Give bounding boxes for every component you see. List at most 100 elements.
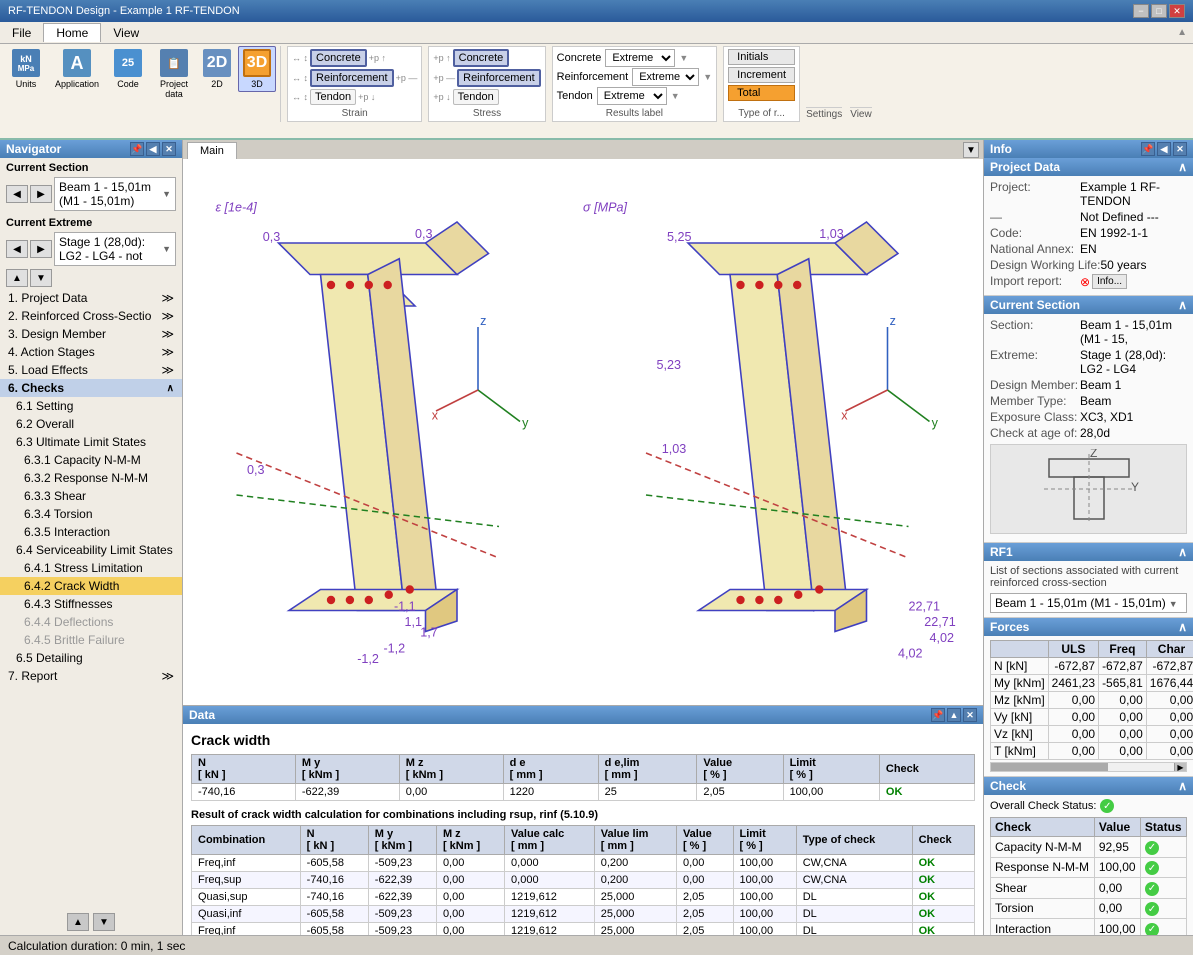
ribbon-collapse[interactable]: ▲ xyxy=(1177,27,1193,38)
nav-item-interaction[interactable]: 6.3.5 Interaction xyxy=(0,523,182,541)
nav-item-brittle-failure[interactable]: 6.4.5 Brittle Failure xyxy=(0,631,182,649)
2d-button[interactable]: 2D 2D xyxy=(198,46,236,92)
nav-item-detailing[interactable]: 6.5 Detailing xyxy=(0,649,182,667)
current-section-dropdown[interactable]: Beam 1 - 15,01m (M1 - 15,01m) ▼ xyxy=(54,177,176,211)
svg-text:Y: Y xyxy=(1131,480,1139,494)
table-row: Quasi,sup-740,16-622,390,001219,61225,00… xyxy=(192,889,975,906)
units-button[interactable]: kN MPa Units xyxy=(4,46,48,92)
forces-header[interactable]: Forces ∧ xyxy=(984,618,1193,636)
project-data-icon: 📋 xyxy=(160,49,188,77)
data-close-icon[interactable]: ✕ xyxy=(963,708,977,722)
col-value: Value[ % ] xyxy=(697,755,783,784)
menu-view[interactable]: View xyxy=(101,24,151,42)
overall-status-icon: ✓ xyxy=(1100,799,1114,813)
type-label: Type of r... xyxy=(724,108,799,119)
results-reinforcement-label: Reinforcement xyxy=(557,71,629,83)
total-button[interactable]: Total xyxy=(728,85,795,101)
nav-item-overall[interactable]: 6.2 Overall xyxy=(0,415,182,433)
forces-scroll-right[interactable]: ▶ xyxy=(1174,763,1186,771)
nav-item-capacity-nmm[interactable]: 6.3.1 Capacity N-M-M xyxy=(0,451,182,469)
rf1-beam-dropdown[interactable]: Beam 1 - 15,01m (M1 - 15,01m) ▼ xyxy=(990,593,1187,613)
extreme-down-btn[interactable]: ▼ xyxy=(30,269,52,287)
data-pin-icon[interactable]: 📌 xyxy=(931,708,945,722)
check-header[interactable]: Check ∧ xyxy=(984,777,1193,795)
project-data-button[interactable]: 📋 Projectdata xyxy=(152,46,196,102)
nav-up-btn[interactable]: ▲ xyxy=(67,913,89,931)
strain-concrete-btn[interactable]: Concrete xyxy=(310,49,367,67)
extreme-up-btn[interactable]: ▲ xyxy=(6,269,28,287)
info-arrow-icon[interactable]: ◀ xyxy=(1157,142,1171,156)
forces-scrollbar[interactable]: ▶ xyxy=(990,762,1187,772)
cross-section-image: Y Z xyxy=(990,444,1187,534)
table-row: Capacity N-M-M92,95 ✓ xyxy=(991,837,1187,858)
nav-item-torsion[interactable]: 6.3.4 Torsion xyxy=(0,505,182,523)
results-tendon-dropdown[interactable]: Extreme xyxy=(597,87,667,105)
nav-item-response-nmm[interactable]: 6.3.2 Response N-M-M xyxy=(0,469,182,487)
extreme-prev-btn[interactable]: ◀ xyxy=(6,240,28,258)
info-import-report: Import report: ⊗ Info... xyxy=(990,274,1187,289)
info-close-icon[interactable]: ✕ xyxy=(1173,142,1187,156)
nav-pin-icon[interactable]: 📌 xyxy=(130,142,144,156)
menu-file[interactable]: File xyxy=(0,24,43,42)
nav-item-stress-lim[interactable]: 6.4.1 Stress Limitation xyxy=(0,559,182,577)
maximize-button[interactable]: □ xyxy=(1151,4,1167,18)
info-project: Project: Example 1 RF-TENDON xyxy=(990,180,1187,208)
section-next-btn[interactable]: ▶ xyxy=(30,185,52,203)
nav-item-report[interactable]: 7. Report≫ xyxy=(0,667,182,685)
strain-reinforcement-btn[interactable]: Reinforcement xyxy=(310,69,394,87)
main-layout: Navigator 📌 ◀ ✕ Current Section ◀ ▶ Beam… xyxy=(0,140,1193,935)
check-section: Check ∧ Overall Check Status: ✓ Check Va… xyxy=(984,777,1193,935)
strain-tendon-btn[interactable]: Tendon xyxy=(310,89,356,105)
nav-item-checks-header[interactable]: 6. Checks∧ xyxy=(0,379,182,397)
col-value2: Value[ % ] xyxy=(676,826,733,855)
nav-item-load-effects[interactable]: 5. Load Effects≫ xyxy=(0,361,182,379)
3d-button[interactable]: 3D 3D xyxy=(238,46,276,92)
nav-arrow-icon[interactable]: ◀ xyxy=(146,142,160,156)
nav-item-stiffnesses[interactable]: 6.4.3 Stiffnesses xyxy=(0,595,182,613)
increment-button[interactable]: Increment xyxy=(728,67,795,83)
application-button[interactable]: A Application xyxy=(50,46,104,92)
table-row: Response N-M-M100,00 ✓ xyxy=(991,857,1187,878)
results-concrete-dropdown[interactable]: Extreme xyxy=(605,49,675,67)
nav-item-design-member[interactable]: 3. Design Member≫ xyxy=(0,325,182,343)
nav-close-icon[interactable]: ✕ xyxy=(162,142,176,156)
nav-item-reinforced-section[interactable]: 2. Reinforced Cross-Sectio≫ xyxy=(0,307,182,325)
nav-item-crack-width[interactable]: 6.4.2 Crack Width xyxy=(0,577,182,595)
data-panel: Data 📌 ▲ ✕ Crack width N[ kN ] M y[ kNm … xyxy=(183,705,983,935)
nav-item-sls[interactable]: 6.4 Serviceability Limit States xyxy=(0,541,182,559)
nav-item-project-data[interactable]: 1. Project Data≫ xyxy=(0,289,182,307)
stress-concrete-btn[interactable]: Concrete xyxy=(453,49,510,67)
nav-item-setting[interactable]: 6.1 Setting xyxy=(0,397,182,415)
extreme-next-btn[interactable]: ▶ xyxy=(30,240,52,258)
nav-down-btn[interactable]: ▼ xyxy=(93,913,115,931)
menu-home[interactable]: Home xyxy=(43,23,101,42)
nav-item-uls[interactable]: 6.3 Ultimate Limit States xyxy=(0,433,182,451)
section-prev-btn[interactable]: ◀ xyxy=(6,185,28,203)
info-pin-icon[interactable]: 📌 xyxy=(1141,142,1155,156)
forces-title: Forces xyxy=(990,620,1029,634)
current-section-info-header[interactable]: Current Section ∧ xyxy=(984,296,1193,314)
initials-button[interactable]: Initials xyxy=(728,49,795,65)
col-limit: Limit[ % ] xyxy=(783,755,879,784)
nav-item-shear[interactable]: 6.3.3 Shear xyxy=(0,487,182,505)
results-reinforcement-dropdown[interactable]: Extreme xyxy=(632,68,699,86)
nav-item-action-stages[interactable]: 4. Action Stages≫ xyxy=(0,343,182,361)
code-button[interactable]: 25 Code xyxy=(106,46,150,92)
data-arrow-icon[interactable]: ▲ xyxy=(947,708,961,722)
nav-item-deflections[interactable]: 6.4.4 Deflections xyxy=(0,613,182,631)
close-button[interactable]: ✕ xyxy=(1169,4,1185,18)
svg-text:z: z xyxy=(890,314,896,328)
check-col-status: Status xyxy=(1140,818,1186,837)
current-section-info-section: Current Section ∧ Section: Beam 1 - 15,0… xyxy=(984,296,1193,543)
current-extreme-dropdown[interactable]: Stage 1 (28,0d): LG2 - LG4 - not ▼ xyxy=(54,232,176,266)
rf1-description: List of sections associated with current… xyxy=(990,565,1187,589)
tab-main[interactable]: Main xyxy=(187,142,237,159)
project-data-header[interactable]: Project Data ∧ xyxy=(984,158,1193,176)
table-row: Interaction100,00 ✓ xyxy=(991,919,1187,936)
minimize-button[interactable]: − xyxy=(1133,4,1149,18)
rf1-header[interactable]: RF1 ∧ xyxy=(984,543,1193,561)
stress-reinforcement-btn[interactable]: Reinforcement xyxy=(457,69,541,87)
info-btn[interactable]: Info... xyxy=(1092,274,1127,289)
viewport-menu-btn[interactable]: ▼ xyxy=(963,142,979,158)
stress-tendon-btn[interactable]: Tendon xyxy=(453,89,499,105)
